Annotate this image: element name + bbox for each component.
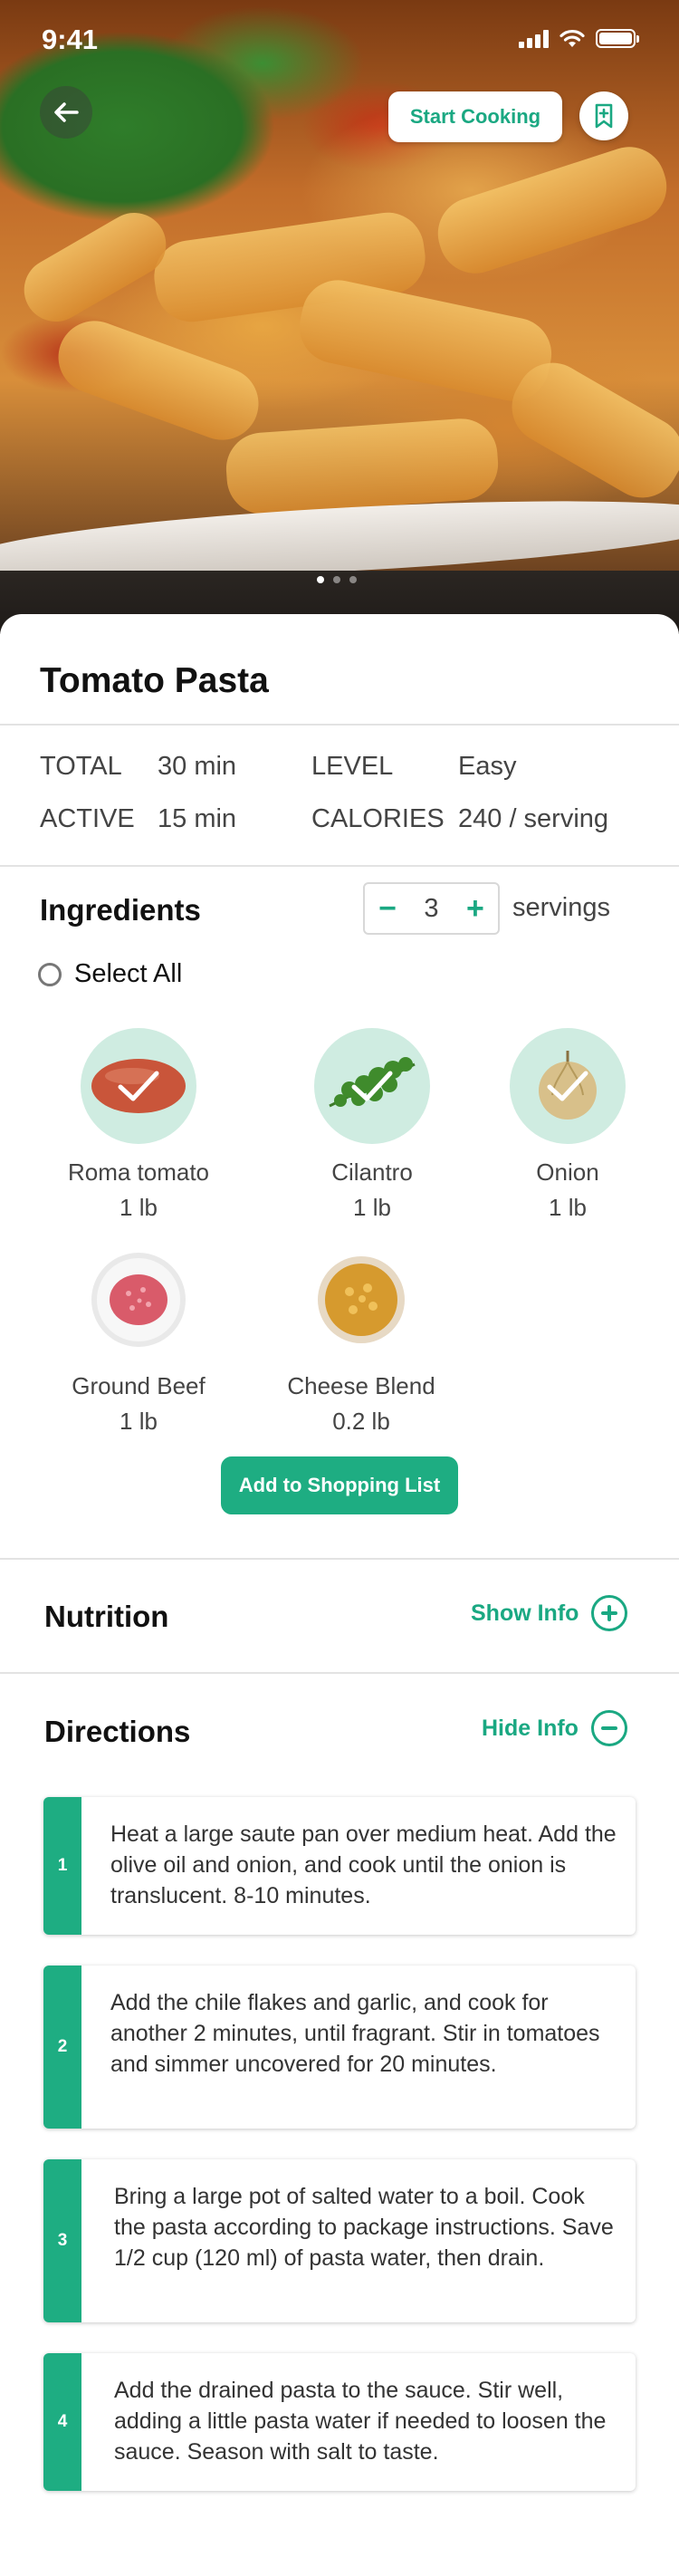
check-icon — [118, 1071, 159, 1101]
back-button[interactable] — [40, 86, 92, 139]
page-dot[interactable] — [349, 576, 357, 583]
check-icon — [547, 1071, 588, 1101]
ingredient-qty: 1 lb — [120, 1408, 158, 1435]
select-all-label: Select All — [74, 959, 183, 988]
level-label: LEVEL — [311, 752, 394, 781]
direction-step: 2 Add the chile flakes and garlic, and c… — [43, 1966, 636, 2129]
ingredient-qty: 1 lb — [120, 1194, 158, 1221]
check-icon — [351, 1071, 393, 1101]
ingredient-qty: 1 lb — [549, 1194, 587, 1221]
directions-heading: Directions — [44, 1715, 191, 1748]
step-number: 2 — [43, 1966, 81, 2129]
hero-image: 9:41 Start Cooking — [0, 0, 679, 634]
page-dot[interactable] — [317, 576, 324, 583]
page-dot[interactable] — [333, 576, 340, 583]
cheese-blend-icon — [318, 1256, 405, 1343]
total-label: TOTAL — [40, 752, 122, 781]
divider — [0, 865, 679, 867]
ingredient-cilantro[interactable]: Cilantro 1 lb — [268, 1028, 476, 1222]
arrow-left-icon — [54, 102, 79, 122]
select-all-toggle[interactable]: Select All — [38, 959, 182, 989]
active-value: 15 min — [158, 804, 237, 833]
calories-value: 240 / serving — [458, 804, 609, 833]
step-number: 4 — [43, 2353, 81, 2491]
ingredient-onion[interactable]: Onion 1 lb — [464, 1028, 672, 1222]
ingredient-name: Ground Beef — [72, 1372, 206, 1399]
carousel-page-indicator[interactable] — [317, 576, 357, 583]
ingredient-name: Roma tomato — [67, 1158, 210, 1186]
ground-beef-icon — [91, 1253, 186, 1347]
direction-step: 1 Heat a large saute pan over medium hea… — [43, 1797, 636, 1935]
bookmark-add-icon — [595, 103, 613, 129]
nutrition-heading: Nutrition — [44, 1600, 169, 1633]
status-time: 9:41 — [42, 24, 99, 55]
total-value: 30 min — [158, 752, 237, 781]
ingredient-image[interactable] — [314, 1028, 430, 1144]
ingredient-qty: 1 lb — [353, 1194, 391, 1221]
ingredient-name: Cheese Blend — [287, 1372, 435, 1399]
cellular-signal-icon — [519, 29, 549, 48]
ingredient-qty: 0.2 lb — [332, 1408, 390, 1435]
battery-icon — [596, 29, 639, 48]
step-number: 3 — [43, 2159, 81, 2322]
ingredient-image[interactable] — [81, 1028, 196, 1144]
ingredient-ground-beef[interactable]: Ground Beef 1 lb — [34, 1242, 243, 1436]
start-cooking-button[interactable]: Start Cooking — [388, 91, 562, 142]
status-bar: 9:41 — [0, 0, 679, 80]
recipe-title: Tomato Pasta — [40, 661, 269, 700]
ingredient-image[interactable] — [303, 1242, 419, 1358]
minus-circle-icon[interactable] — [590, 1710, 627, 1746]
radio-icon[interactable] — [38, 962, 62, 986]
step-text: Heat a large saute pan over medium heat.… — [110, 1821, 617, 1908]
recipe-detail-sheet: Tomato Pasta TOTAL 30 min LEVEL Easy ACT… — [0, 614, 679, 2576]
bookmark-button[interactable] — [579, 91, 628, 140]
servings-count: 3 — [424, 893, 439, 923]
servings-stepper[interactable]: − 3 + — [363, 882, 500, 935]
show-info-label[interactable]: Show Info — [471, 1600, 579, 1627]
ingredient-image[interactable] — [510, 1028, 626, 1144]
ingredients-heading: Ingredients — [40, 893, 201, 927]
step-text: Add the chile flakes and garlic, and coo… — [110, 1990, 600, 2077]
direction-step: 3 Bring a large pot of salted water to a… — [43, 2159, 636, 2322]
nutrition-show-info-toggle[interactable]: Show Info — [471, 1595, 628, 1631]
divider — [0, 1558, 679, 1560]
divider — [0, 724, 679, 726]
directions-hide-info-toggle[interactable]: Hide Info — [482, 1710, 627, 1746]
wifi-icon — [559, 29, 585, 47]
add-to-shopping-list-button[interactable]: Add to Shopping List — [221, 1456, 458, 1514]
level-value: Easy — [458, 752, 517, 781]
plus-circle-icon[interactable] — [591, 1595, 628, 1631]
ingredient-name: Cilantro — [331, 1158, 413, 1186]
active-label: ACTIVE — [40, 804, 135, 833]
hide-info-label[interactable]: Hide Info — [482, 1716, 579, 1742]
decrement-button[interactable]: − — [378, 893, 397, 924]
divider — [0, 1672, 679, 1674]
servings-label: servings — [512, 893, 610, 922]
ingredient-roma-tomato[interactable]: Roma tomato 1 lb — [34, 1028, 243, 1222]
step-text: Bring a large pot of salted water to a b… — [114, 2184, 614, 2271]
ingredient-name: Onion — [536, 1158, 599, 1186]
ingredient-image[interactable] — [81, 1242, 196, 1358]
step-number: 1 — [43, 1797, 81, 1935]
calories-label: CALORIES — [311, 804, 445, 833]
ingredient-cheese-blend[interactable]: Cheese Blend 0.2 lb — [257, 1242, 465, 1436]
direction-step: 4 Add the drained pasta to the sauce. St… — [43, 2353, 636, 2491]
increment-button[interactable]: + — [465, 893, 485, 924]
step-text: Add the drained pasta to the sauce. Stir… — [114, 2378, 607, 2465]
